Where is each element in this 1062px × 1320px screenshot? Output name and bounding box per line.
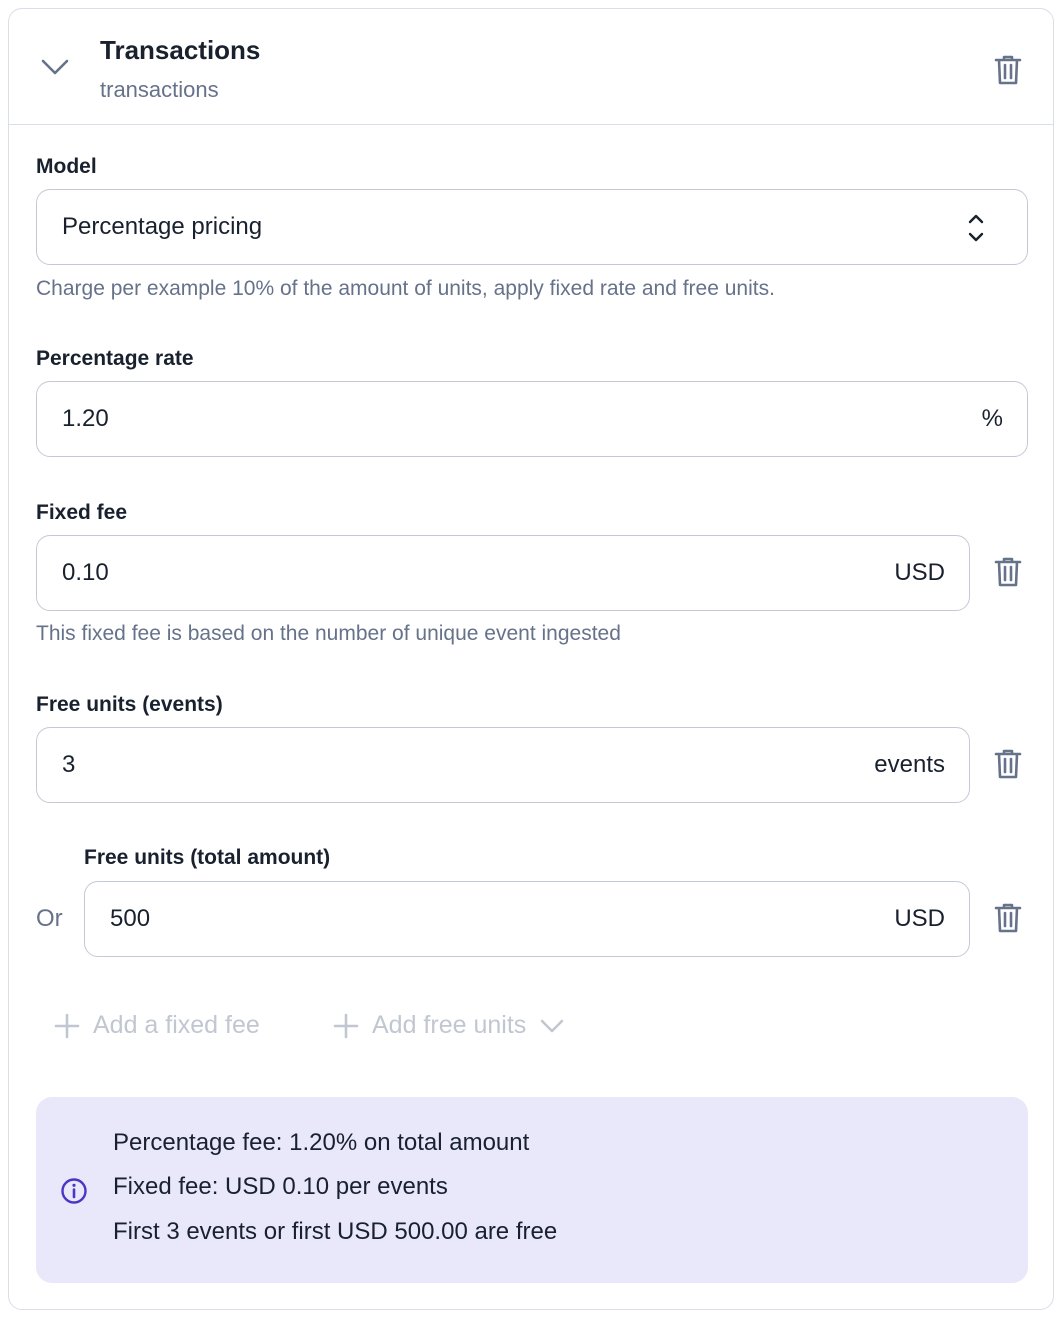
plus-icon — [54, 1013, 80, 1038]
plus-icon — [333, 1013, 359, 1038]
model-help-text: Charge per example 10% of the amount of … — [36, 277, 775, 300]
fixed-fee-suffix: USD — [894, 559, 945, 586]
delete-charge-trash-icon[interactable] — [993, 54, 1023, 86]
info-icon — [60, 1177, 88, 1205]
fixed-fee-label: Fixed fee — [36, 501, 128, 524]
charge-card-header[interactable]: Transactions transactions — [9, 9, 1053, 125]
free-units-amount-value: 500 — [110, 905, 151, 932]
fixed-fee-value: 0.10 — [62, 559, 109, 586]
chevron-down-icon[interactable] — [37, 49, 73, 85]
model-select[interactable]: Percentage pricing — [36, 189, 1028, 265]
model-label: Model — [36, 155, 97, 178]
add-fixed-fee-button[interactable]: Add a fixed fee — [53, 1011, 260, 1040]
or-label: Or — [36, 905, 63, 932]
summary-fixed-fee: Fixed fee: USD 0.10 per events — [113, 1173, 448, 1200]
charge-code: transactions — [100, 77, 219, 102]
add-free-units-label: Add free units — [372, 1011, 527, 1039]
free-units-amount-suffix: USD — [894, 905, 945, 932]
fixed-fee-help-text: This fixed fee is based on the number of… — [36, 622, 621, 645]
percentage-rate-suffix: % — [981, 405, 1003, 432]
summary-percentage-fee: Percentage fee: 1.20% on total amount — [113, 1129, 530, 1156]
summary-free-units: First 3 events or first USD 500.00 are f… — [113, 1218, 558, 1245]
free-units-events-value: 3 — [62, 751, 76, 778]
delete-free-units-events-trash-icon[interactable] — [993, 748, 1023, 780]
delete-free-units-amount-trash-icon[interactable] — [993, 902, 1023, 934]
add-fixed-fee-label: Add a fixed fee — [93, 1011, 260, 1039]
select-arrows-icon — [965, 211, 987, 245]
percentage-rate-label: Percentage rate — [36, 347, 194, 370]
free-units-events-label: Free units (events) — [36, 693, 223, 716]
delete-fixed-fee-trash-icon[interactable] — [993, 556, 1023, 588]
free-units-events-input[interactable]: 3 events — [36, 727, 970, 803]
free-units-events-suffix: events — [874, 751, 945, 778]
percentage-rate-value: 1.20 — [62, 405, 109, 432]
free-units-amount-label: Free units (total amount) — [84, 846, 331, 869]
percentage-rate-input[interactable]: 1.20 % — [36, 381, 1028, 457]
charge-title: Transactions — [100, 35, 261, 65]
chevron-down-icon — [540, 1019, 564, 1032]
model-select-value: Percentage pricing — [62, 213, 263, 240]
add-free-units-button[interactable]: Add free units — [332, 1011, 566, 1040]
free-units-amount-input[interactable]: 500 USD — [84, 881, 970, 957]
fixed-fee-input[interactable]: 0.10 USD — [36, 535, 970, 611]
pricing-summary-box: Percentage fee: 1.20% on total amount Fi… — [36, 1097, 1028, 1283]
charge-card: Transactions transactions Model Percenta… — [8, 8, 1054, 1310]
